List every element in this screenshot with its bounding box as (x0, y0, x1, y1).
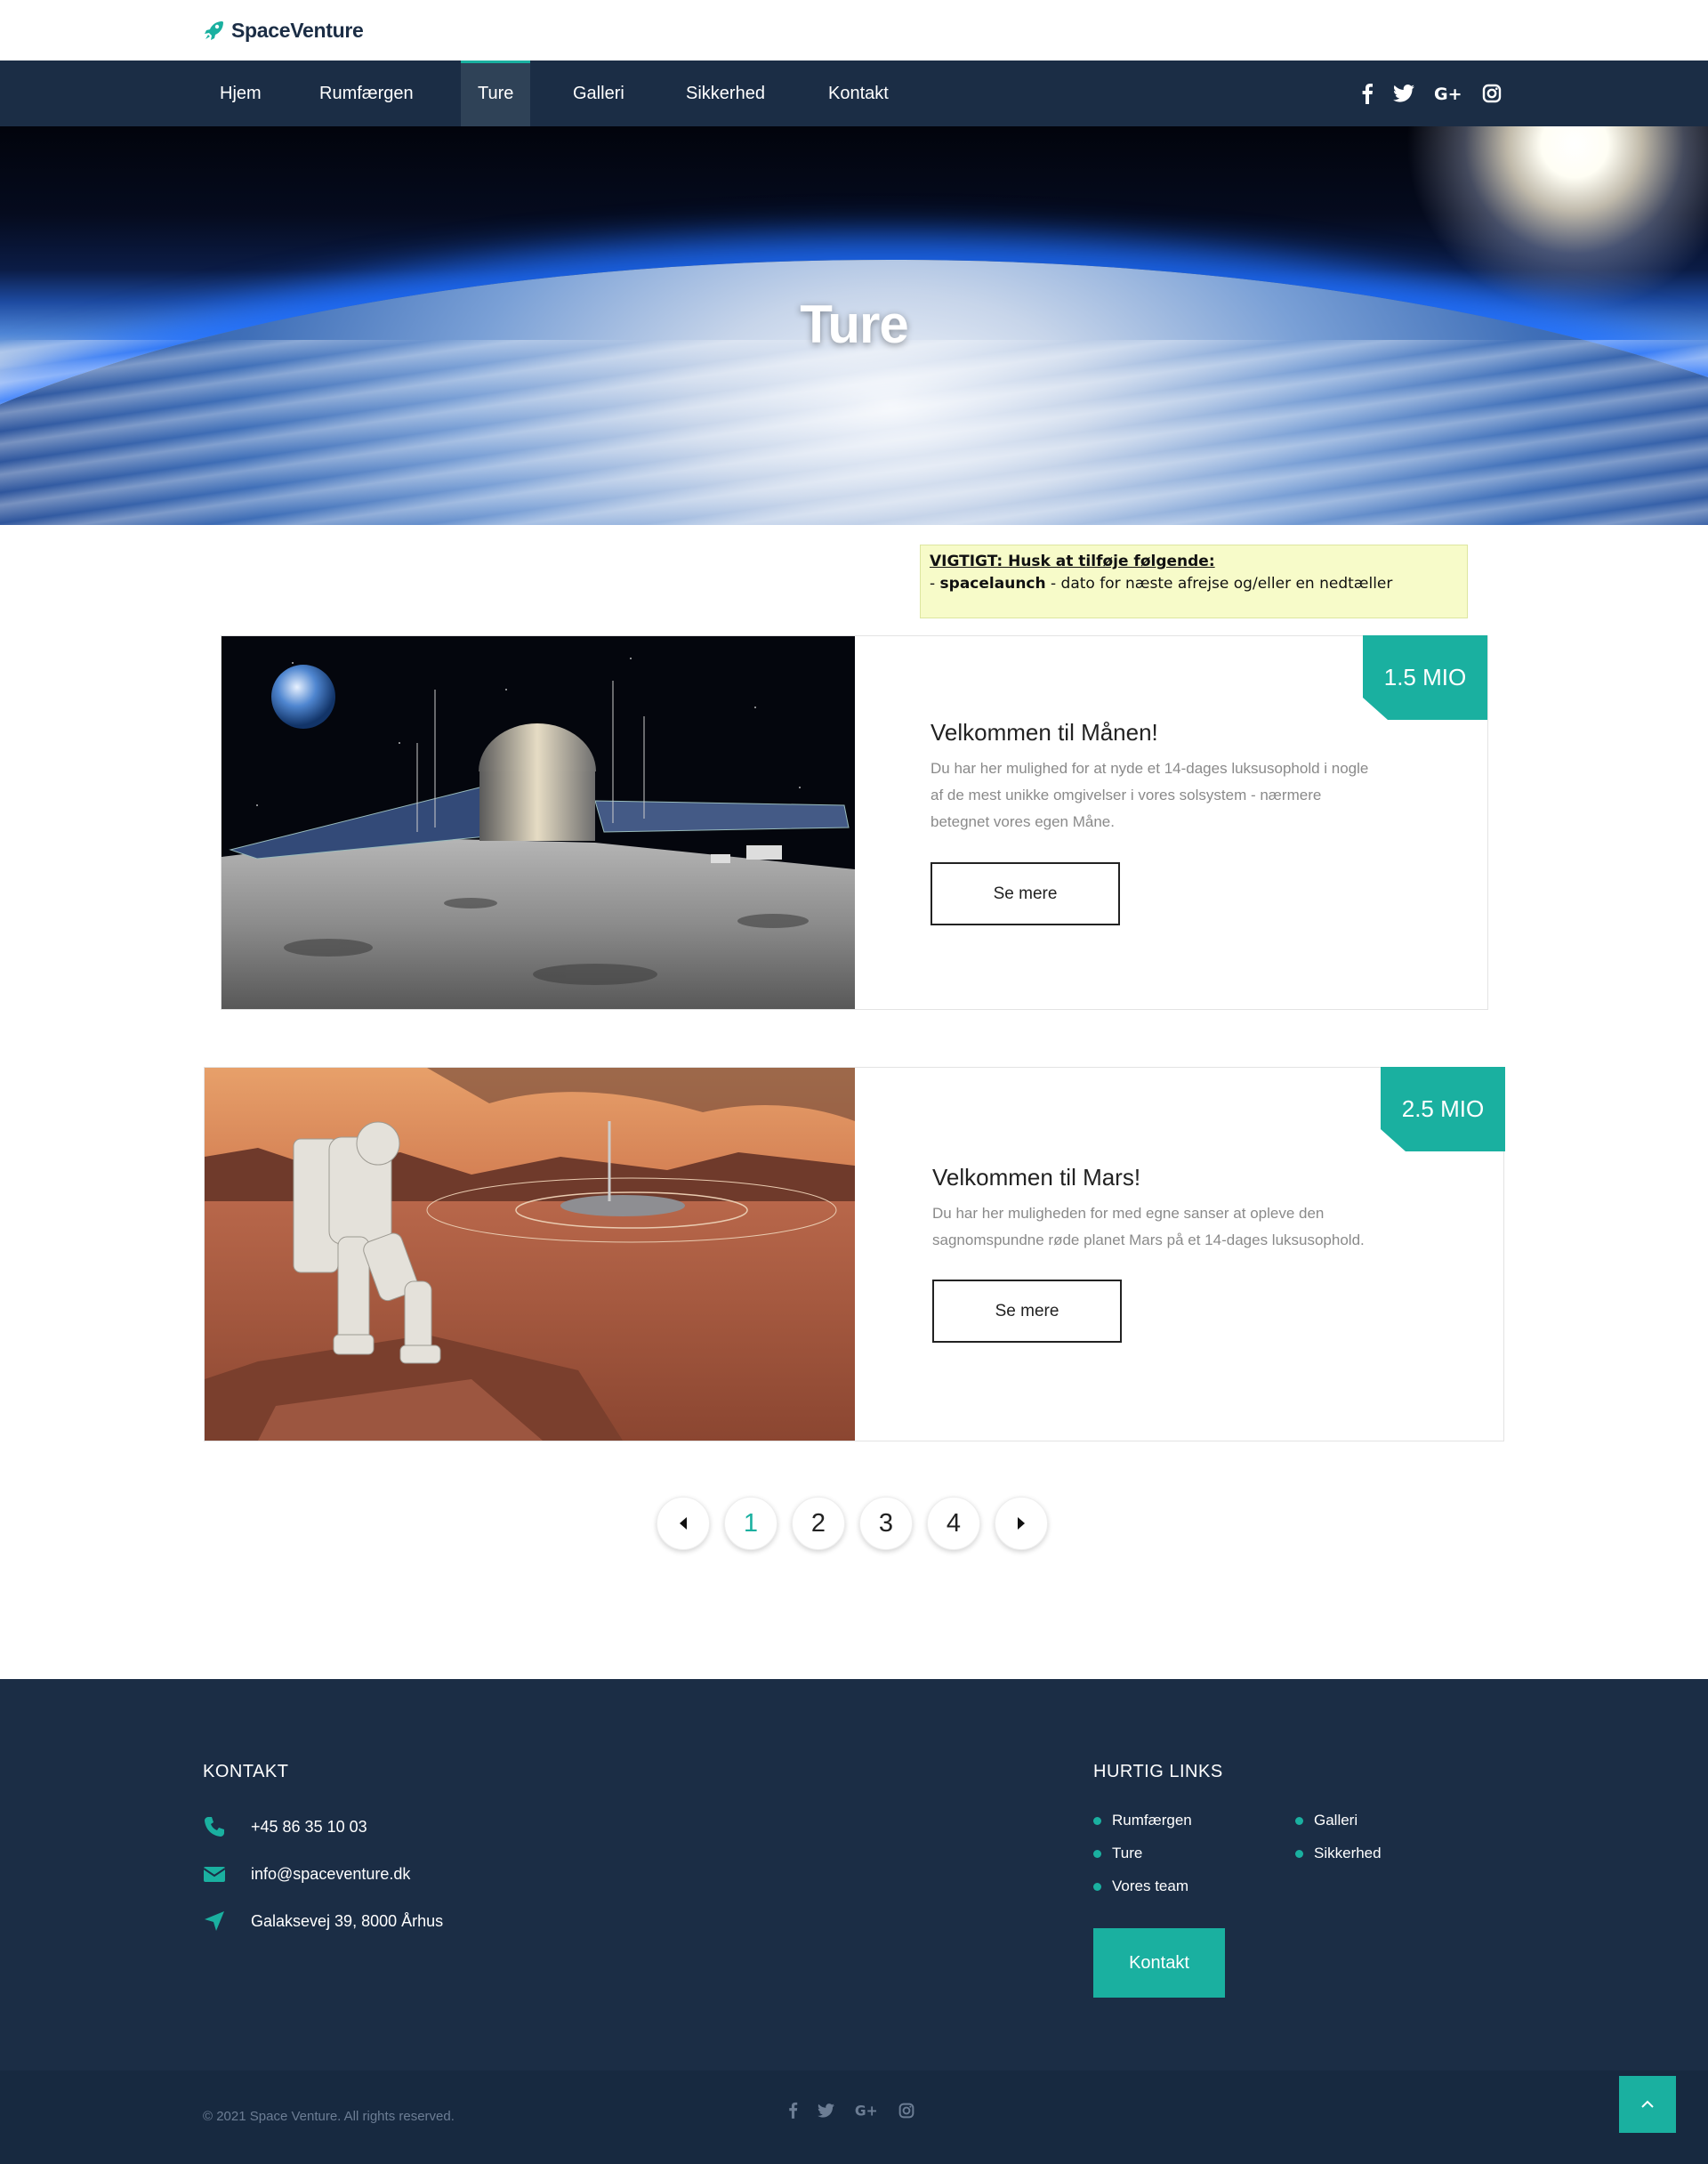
quick-link-rumfaergen[interactable]: Rumfærgen (1093, 1812, 1192, 1829)
facebook-icon[interactable] (788, 2102, 798, 2119)
caret-right-icon (1018, 1517, 1025, 1530)
sun-glare (1406, 126, 1708, 313)
twitter-icon[interactable] (818, 2103, 834, 2118)
nav-item-kontakt[interactable]: Kontakt (811, 61, 906, 126)
address: Galaksevej 39, 8000 Århus (251, 1911, 444, 1930)
nav-item-rumfaergen[interactable]: Rumfærgen (302, 61, 431, 126)
twitter-icon[interactable] (1393, 85, 1414, 102)
location-arrow-icon (205, 1911, 224, 1931)
contact-heading: KONTAKT (203, 1762, 289, 1781)
quick-link-ture[interactable]: Ture (1093, 1845, 1142, 1862)
nav-item-sikkerhed[interactable]: Sikkerhed (669, 61, 782, 126)
nav-item-ture[interactable]: Ture (461, 61, 531, 126)
back-to-top-button[interactable] (1619, 2076, 1676, 2133)
mars-image (205, 1068, 855, 1441)
logo[interactable]: SpaceVenture (203, 16, 364, 44)
quick-link-vores-team[interactable]: Vores team (1093, 1877, 1188, 1895)
cloud-layer (0, 340, 1708, 525)
google-plus-icon[interactable]: G+ (1434, 84, 1462, 103)
phone-number[interactable]: +45 86 35 10 03 (251, 1818, 367, 1837)
google-plus-icon[interactable]: G+ (854, 2103, 879, 2119)
se-mere-button[interactable]: Se mere (932, 1280, 1122, 1343)
moon-image (222, 636, 855, 1009)
link-label: Rumfærgen (1112, 1812, 1192, 1829)
facebook-icon[interactable] (1361, 83, 1374, 104)
contact-phone: +45 86 35 10 03 (203, 1815, 367, 1838)
envelope-icon (203, 1867, 226, 1882)
page-button-1[interactable]: 1 (724, 1497, 777, 1550)
link-label: Sikkerhed (1314, 1845, 1382, 1861)
prev-page-button[interactable] (657, 1497, 710, 1550)
trip-description: Du har her mulighed for at nyde et 14-da… (931, 760, 1369, 830)
email-address[interactable]: info@spaceventure.dk (251, 1865, 410, 1884)
next-page-button[interactable] (995, 1497, 1048, 1550)
notice-keyword: spacelaunch (939, 575, 1046, 593)
notice-rest: - dato for næste afrejse og/eller en ned… (1045, 575, 1393, 593)
page-button-4[interactable]: 4 (927, 1497, 980, 1550)
notice-title: VIGTIGT: Husk at tilføje følgende: (930, 553, 1215, 570)
trip-card-moon: 1.5 MIO Velkommen til Månen! Du har her … (221, 635, 1488, 1010)
notice-prefix: - (930, 575, 940, 593)
copyright-text: © 2021 Space Venture. All rights reserve… (203, 2109, 455, 2124)
instagram-icon[interactable] (898, 2103, 914, 2119)
footer-social: G+ (788, 2102, 914, 2119)
bullet-icon (1295, 1816, 1303, 1825)
brand-name: SpaceVenture (231, 18, 364, 42)
se-mere-button[interactable]: Se mere (931, 862, 1120, 925)
page-title: Ture (800, 295, 909, 354)
nav-item-galleri[interactable]: Galleri (556, 61, 641, 126)
chevron-up-icon (1641, 2100, 1654, 2108)
link-label: Vores team (1112, 1877, 1188, 1894)
nav-social: G+ (1361, 61, 1502, 126)
top-bar: SpaceVenture (0, 0, 1708, 61)
trip-title: Velkommen til Mars! (932, 1164, 1141, 1191)
page-button-3[interactable]: 3 (859, 1497, 913, 1550)
nav-item-hjem[interactable]: Hjem (203, 61, 278, 126)
phone-icon (205, 1817, 224, 1837)
page-button-2[interactable]: 2 (792, 1497, 845, 1550)
pagination: 1 2 3 4 (657, 1497, 1048, 1550)
bullet-icon (1093, 1849, 1101, 1858)
trip-description: Du har her muligheden for med egne sanse… (932, 1205, 1365, 1248)
link-label: Galleri (1314, 1812, 1358, 1829)
trip-card-mars: 2.5 MIO Velkommen til Mars! Du har her m… (204, 1067, 1505, 1441)
kontakt-button[interactable]: Kontakt (1093, 1928, 1225, 1998)
notice-body: - spacelaunch - dato for næste afrejse o… (930, 573, 1458, 595)
svg-text:G+: G+ (1434, 85, 1462, 103)
quick-link-sikkerhed[interactable]: Sikkerhed (1295, 1845, 1382, 1862)
bullet-icon (1093, 1816, 1101, 1825)
instagram-icon[interactable] (1482, 84, 1502, 103)
link-label: Ture (1112, 1845, 1143, 1861)
bullet-icon (1295, 1849, 1303, 1858)
mars-astronaut-image (205, 1068, 855, 1441)
bullet-icon (1093, 1882, 1101, 1891)
rocket-icon (205, 21, 223, 40)
contact-email: info@spaceventure.dk (203, 1862, 410, 1885)
contact-address: Galaksevej 39, 8000 Århus (203, 1910, 443, 1933)
main-nav: Hjem Rumfærgen Ture Galleri Sikkerhed Ko… (0, 61, 1708, 126)
svg-text:G+: G+ (855, 2103, 878, 2118)
price-badge: 2.5 MIO (1381, 1067, 1505, 1151)
important-notice: VIGTIGT: Husk at tilføje følgende: - spa… (920, 545, 1468, 618)
quick-link-galleri[interactable]: Galleri (1295, 1812, 1358, 1829)
moon-base-image (222, 636, 855, 1009)
links-heading: HURTIG LINKS (1093, 1762, 1223, 1781)
trip-title: Velkommen til Månen! (931, 719, 1158, 746)
caret-left-icon (680, 1517, 687, 1530)
hero-banner: Ture (0, 126, 1708, 525)
price-badge: 1.5 MIO (1363, 635, 1487, 720)
